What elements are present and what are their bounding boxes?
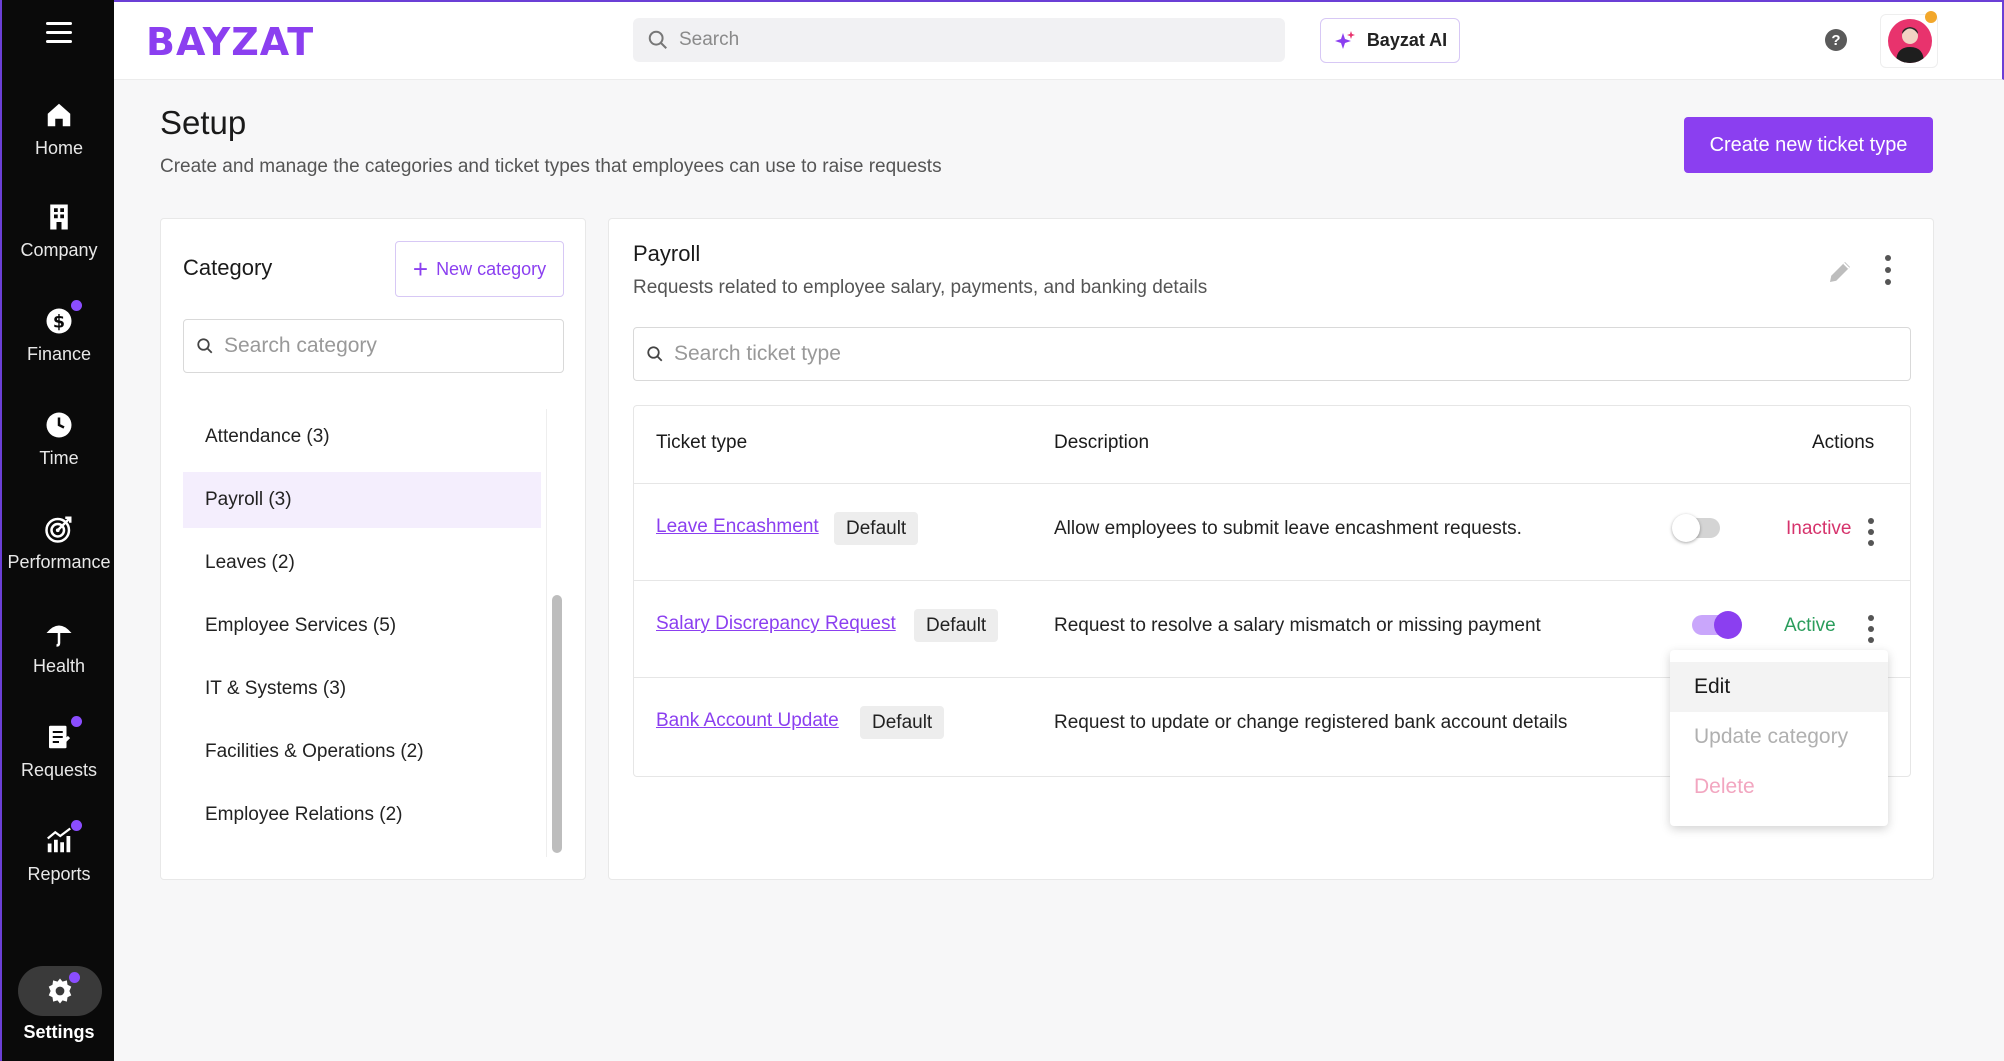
nav-item-requests[interactable]: Requests [2, 716, 116, 781]
category-item-leaves[interactable]: Leaves (2) [183, 535, 541, 591]
search-icon [647, 346, 663, 362]
page-title: Setup [160, 104, 247, 141]
top-bar: BAYZAT Bayzat AI ? [114, 0, 2004, 80]
ticket-type-description: Request to update or change registered b… [1054, 712, 1568, 733]
row-actions-menu: Edit Update category Delete [1670, 650, 1888, 826]
category-title: Category [183, 255, 273, 280]
nav-label: Performance [7, 552, 111, 572]
notification-dot [71, 820, 82, 831]
category-panel: Category + New category Attendance (3) P… [160, 218, 586, 880]
column-header-ticket-type: Ticket type [656, 432, 748, 453]
category-description: Requests related to employee salary, pay… [633, 277, 1208, 298]
nav-item-home[interactable]: Home [2, 98, 116, 159]
category-item-it-systems[interactable]: IT & Systems (3) [183, 661, 541, 717]
global-search-input[interactable] [679, 29, 1239, 51]
nav-label: Health [32, 656, 86, 676]
plus-icon: + [412, 254, 429, 284]
ticket-type-link[interactable]: Bank Account Update [656, 710, 839, 732]
notification-dot [1925, 11, 1937, 23]
ticket-type-search[interactable] [633, 327, 1911, 381]
search-icon [197, 338, 213, 354]
global-search[interactable] [633, 18, 1285, 62]
category-item-facilities-operations[interactable]: Facilities & Operations (2) [183, 724, 541, 780]
help-icon[interactable]: ? [1825, 29, 1847, 51]
clock-icon [42, 408, 76, 442]
bayzat-ai-button[interactable]: Bayzat AI [1320, 18, 1460, 63]
new-category-label: New category [436, 258, 547, 279]
ticket-type-search-input[interactable] [674, 342, 1874, 366]
pencil-icon[interactable] [1825, 257, 1855, 287]
page-subtitle: Create and manage the categories and tic… [160, 156, 942, 177]
ticket-type-link[interactable]: Salary Discrepancy Request [656, 613, 896, 635]
ticket-type-description: Allow employees to submit leave encashme… [1054, 518, 1522, 539]
default-badge: Default [834, 512, 919, 545]
nav-label: Time [39, 448, 79, 468]
status-label: Inactive [1786, 518, 1852, 539]
new-category-button[interactable]: + New category [395, 241, 564, 297]
nav-label: Reports [27, 864, 91, 884]
category-item-attendance[interactable]: Attendance (3) [183, 409, 541, 465]
table-header: Ticket type Description Actions [634, 406, 1910, 484]
nav-label: Company [20, 240, 98, 260]
menu-item-delete: Delete [1694, 775, 1755, 798]
nav-item-company[interactable]: Company [2, 200, 116, 261]
category-item-employee-services[interactable]: Employee Services (5) [183, 598, 541, 654]
nav-label: Requests [20, 760, 98, 780]
menu-item-update-category: Update category [1694, 725, 1849, 748]
more-vertical-icon[interactable] [1883, 255, 1893, 285]
create-ticket-type-button[interactable]: Create new ticket type [1684, 117, 1933, 173]
avatar [1888, 19, 1932, 63]
more-vertical-icon[interactable] [1866, 518, 1876, 546]
notification-dot [71, 300, 82, 311]
default-badge: Default [914, 609, 999, 642]
nav-label: Home [34, 138, 83, 158]
category-search[interactable] [183, 319, 564, 373]
default-badge: Default [860, 706, 945, 739]
column-header-actions: Actions [1812, 432, 1875, 453]
category-item-employee-relations[interactable]: Employee Relations (2) [183, 787, 541, 843]
nav-item-finance[interactable]: $ Finance [2, 300, 116, 365]
nav-item-reports[interactable]: Reports [2, 820, 116, 885]
notification-dot [69, 972, 80, 983]
dollar-icon: $ [42, 300, 82, 338]
bayzat-ai-label: Bayzat AI [1366, 30, 1448, 50]
ticket-type-description: Request to resolve a salary mismatch or … [1054, 615, 1541, 636]
status-label: Active [1784, 615, 1836, 636]
nav-item-settings[interactable] [18, 966, 102, 1016]
nav-label-settings: Settings [23, 1022, 95, 1042]
building-icon [42, 200, 76, 234]
category-item-payroll[interactable]: Payroll (3) [183, 472, 541, 528]
status-toggle[interactable] [1672, 514, 1720, 542]
umbrella-icon [42, 616, 76, 650]
notification-dot [71, 716, 82, 727]
chart-icon [42, 820, 82, 858]
menu-item-edit[interactable]: Edit [1670, 662, 1888, 712]
category-heading: Payroll [633, 241, 701, 266]
home-icon [42, 98, 76, 132]
ticket-type-link[interactable]: Leave Encashment [656, 516, 819, 538]
sparkle-icon [1334, 30, 1355, 49]
nav-item-health[interactable]: Health [2, 616, 116, 677]
clipboard-icon [42, 716, 82, 754]
hamburger-menu-icon[interactable] [46, 22, 72, 48]
table-row: Leave Encashment Default Allow employees… [634, 484, 1910, 581]
status-toggle[interactable] [1692, 611, 1742, 639]
category-search-input[interactable] [224, 334, 544, 358]
user-avatar-button[interactable] [1880, 11, 1938, 68]
bayzat-logo[interactable]: BAYZAT [146, 20, 314, 64]
search-icon [648, 30, 667, 49]
nav-item-performance[interactable]: Performance [2, 512, 116, 573]
left-nav: Home Company $ Finance Time Performance … [0, 0, 114, 1061]
target-icon [42, 512, 76, 546]
category-list: Attendance (3) Payroll (3) Leaves (2) Em… [183, 409, 541, 850]
column-header-description: Description [1054, 432, 1150, 453]
nav-item-time[interactable]: Time [2, 408, 116, 469]
scrollbar-thumb[interactable] [552, 595, 562, 853]
category-scrollbar[interactable] [546, 409, 564, 857]
nav-label: Finance [26, 344, 92, 364]
more-vertical-icon[interactable] [1866, 615, 1876, 643]
svg-text:$: $ [53, 312, 65, 332]
